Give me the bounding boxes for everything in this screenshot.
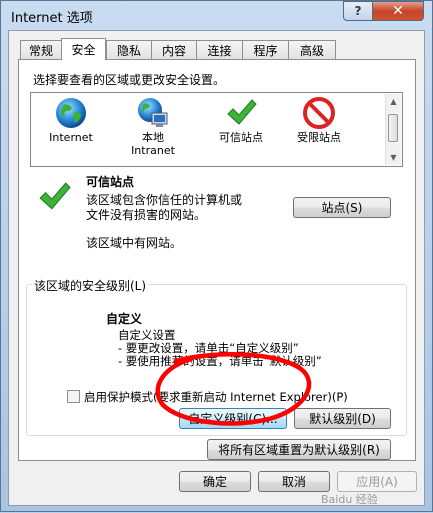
title-bar[interactable]: Internet 选项 ? ✕ [1,1,432,29]
zone-trusted-label: 可信站点 [209,131,273,144]
selected-zone-title: 可信站点 [86,175,135,189]
ok-button[interactable]: 确定 [179,471,251,492]
zone-list-scrollbar[interactable]: ▲ ▼ [385,94,401,165]
internet-options-dialog: Internet 选项 ? ✕ 常规 安全 隐私 内容 连接 程序 高级 选择要… [0,0,433,512]
zone-has-sites-text: 该区域中有网站。 [86,236,183,250]
zone-restricted-sites[interactable]: 受限站点 [287,95,351,144]
tab-advanced[interactable]: 高级 [288,40,336,59]
help-button[interactable]: ? [343,1,373,21]
no-entry-icon [287,95,351,131]
tab-content[interactable]: 内容 [151,40,197,59]
zone-local-label-2: Intranet [131,144,175,157]
cancel-button[interactable]: 取消 [258,471,330,492]
default-level-button[interactable]: 默认级别(D) [294,408,391,429]
globe-icon [39,95,103,131]
zone-local-intranet[interactable]: 本地 Intranet [121,95,185,157]
close-button[interactable]: ✕ [372,1,424,21]
protected-mode-checkbox[interactable] [67,390,80,403]
scroll-down-icon[interactable]: ▼ [386,150,401,165]
apply-button[interactable]: 应用(A) [337,471,417,492]
sites-button[interactable]: 站点(S) [293,197,391,218]
tab-security[interactable]: 安全 [61,38,106,60]
security-panel: 选择要查看的区域或更改安全设置。 Internet 本地 Intranet 可信… [18,59,416,461]
tab-general[interactable]: 常规 [20,40,62,59]
tab-privacy[interactable]: 隐私 [106,40,152,59]
scroll-thumb[interactable] [388,114,398,142]
scroll-up-icon[interactable]: ▲ [386,94,401,109]
security-level-line-3: - 要使用推荐的设置，请单击“默认级别” [118,354,322,368]
checkmark-icon [209,95,273,131]
zone-trusted-sites[interactable]: 可信站点 [209,95,273,144]
intranet-globe-icon [121,95,185,131]
protected-mode-label[interactable]: 启用保护模式(要求重新启动 Internet Explorer)(P) [84,389,348,405]
zone-internet[interactable]: Internet [39,95,103,144]
custom-level-button[interactable]: 自定义级别(C)... [179,408,287,429]
dialog-client-area: 常规 安全 隐私 内容 连接 程序 高级 选择要查看的区域或更改安全设置。 In… [8,30,425,506]
selected-zone-check-icon [37,180,71,217]
selected-zone-desc-2: 文件没有损害的网站。 [86,208,207,222]
tab-programs[interactable]: 程序 [242,40,289,59]
watermark-text: Baidu 经验 [321,493,378,506]
zone-local-label-1: 本地 [142,131,164,144]
tab-strip: 常规 安全 隐私 内容 连接 程序 高级 [20,38,420,60]
zone-restricted-label: 受限站点 [297,131,341,144]
reset-all-zones-button[interactable]: 将所有区域重置为默认级别(R) [207,439,391,460]
window-title: Internet 选项 [11,11,93,26]
tab-connections[interactable]: 连接 [196,40,243,59]
zone-internet-label: Internet [49,131,93,144]
zone-prompt: 选择要查看的区域或更改安全设置。 [33,73,226,87]
security-level-label: 该区域的安全级别(L) [32,277,149,294]
security-level-name: 自定义 [106,312,143,326]
zone-list: Internet 本地 Intranet 可信站点 受限站点 ▲ ▼ [30,92,403,167]
